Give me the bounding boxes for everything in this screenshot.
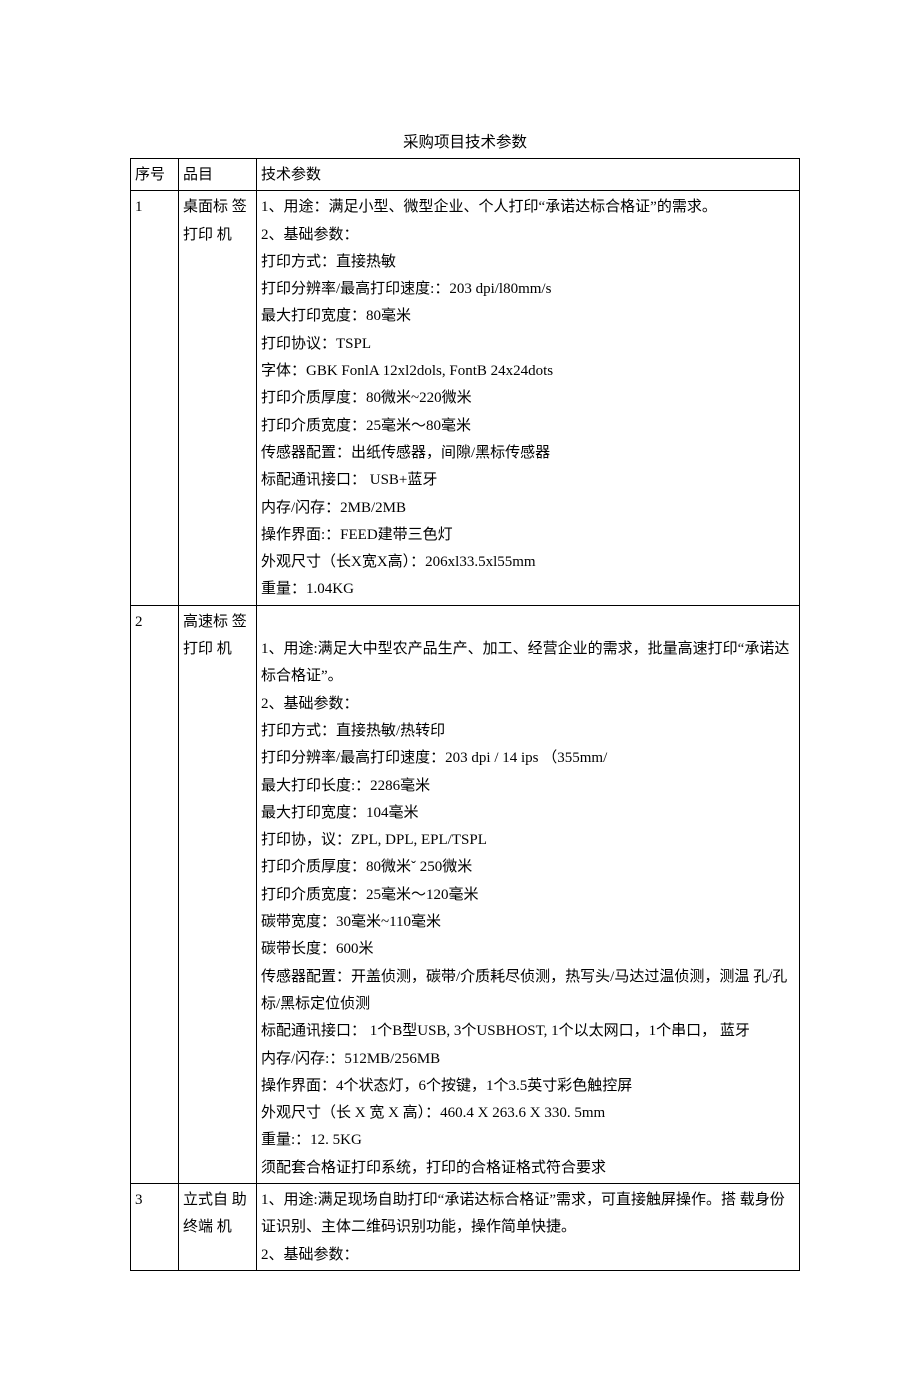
table-row: 1桌面标 签打印 机1、用途：满足小型、微型企业、个人打印“承诺达标合格证”的需… (131, 191, 800, 605)
spec-line (261, 609, 797, 636)
spec-line: 1、用途:满足大中型农产品生产、加工、经营企业的需求，批量高速打印“承诺达标合格… (261, 636, 797, 691)
spec-line: 外观尺寸（长X宽X高）：206xl33.5xl55mm (261, 549, 797, 576)
header-col-idx: 序号 (131, 159, 179, 191)
cell-idx: 3 (131, 1183, 179, 1270)
spec-line: 打印方式：直接热敏 (261, 249, 797, 276)
cell-spec: 1、用途:满足现场自助打印“承诺达标合格证”需求，可直接触屏操作。搭 载身份证识… (257, 1183, 800, 1270)
spec-line: 操作界面:：FEED建带三色灯 (261, 522, 797, 549)
spec-line: 字体：GBK FonlA 12xl2dols, FontB 24x24dots (261, 358, 797, 385)
header-col-spec: 技术参数 (257, 159, 800, 191)
spec-line: 打印分辨率/最高打印速度：203 dpi / 14 ips （355mm/ (261, 745, 797, 772)
spec-line: 重量：1.04KG (261, 576, 797, 603)
cell-idx: 1 (131, 191, 179, 605)
table-header-row: 序号 品目 技术参数 (131, 159, 800, 191)
spec-line: 打印协，议：ZPL, DPL, EPL/TSPL (261, 827, 797, 854)
spec-line: 碳带宽度：30毫米~110毫米 (261, 909, 797, 936)
spec-table: 序号 品目 技术参数 1桌面标 签打印 机1、用途：满足小型、微型企业、个人打印… (130, 158, 800, 1271)
spec-line: 打印介质宽度：25毫米～80毫米 (261, 413, 797, 440)
spec-line: 碳带长度：600米 (261, 936, 797, 963)
spec-line: 打印介质宽度：25毫米～120毫米 (261, 882, 797, 909)
spec-line: 内存/闪存:：512MB/256MB (261, 1046, 797, 1073)
spec-line: 重量:：12. 5KG (261, 1127, 797, 1154)
spec-line: 1、用途：满足小型、微型企业、个人打印“承诺达标合格证”的需求。 (261, 194, 797, 221)
spec-line: 打印协议：TSPL (261, 331, 797, 358)
cell-idx: 2 (131, 605, 179, 1183)
cell-name: 高速标 签打印 机 (179, 605, 257, 1183)
table-row: 3立式自 助终端 机1、用途:满足现场自助打印“承诺达标合格证”需求，可直接触屏… (131, 1183, 800, 1270)
spec-line: 打印分辨率/最高打印速度:：203 dpi/l80mm/s (261, 276, 797, 303)
spec-line: 2、基础参数： (261, 1242, 797, 1269)
spec-line: 打印方式：直接热敏/热转印 (261, 718, 797, 745)
spec-line: 传感器配置：出纸传感器，间隙/黑标传感器 (261, 440, 797, 467)
spec-line: 操作界面：4个状态灯，6个按键，1个3.5英寸彩色触控屏 (261, 1073, 797, 1100)
spec-line: 标配通讯接口： 1个B型USB, 3个USBHOST, 1个以太网口，1个串口，… (261, 1018, 797, 1045)
spec-line: 打印介质厚度：80微米~220微米 (261, 385, 797, 412)
spec-line: 打印介质厚度：80微米ˇ 250微米 (261, 854, 797, 881)
page-title: 采购项目技术参数 (130, 130, 800, 152)
table-row: 2高速标 签打印 机 1、用途:满足大中型农产品生产、加工、经营企业的需求，批量… (131, 605, 800, 1183)
spec-line: 外观尺寸（长 X 宽 X 高）：460.4 X 263.6 X 330. 5mm (261, 1100, 797, 1127)
spec-line: 最大打印宽度：104毫米 (261, 800, 797, 827)
cell-spec: 1、用途:满足大中型农产品生产、加工、经营企业的需求，批量高速打印“承诺达标合格… (257, 605, 800, 1183)
spec-line: 2、基础参数： (261, 222, 797, 249)
cell-spec: 1、用途：满足小型、微型企业、个人打印“承诺达标合格证”的需求。2、基础参数：打… (257, 191, 800, 605)
spec-line: 标配通讯接口： USB+蓝牙 (261, 467, 797, 494)
spec-line: 1、用途:满足现场自助打印“承诺达标合格证”需求，可直接触屏操作。搭 载身份证识… (261, 1187, 797, 1242)
cell-name: 立式自 助终端 机 (179, 1183, 257, 1270)
header-col-name: 品目 (179, 159, 257, 191)
cell-name: 桌面标 签打印 机 (179, 191, 257, 605)
spec-line: 须配套合格证打印系统，打印的合格证格式符合要求 (261, 1155, 797, 1182)
spec-line: 最大打印长度:：2286毫米 (261, 773, 797, 800)
spec-line: 内存/闪存：2MB/2MB (261, 495, 797, 522)
spec-line: 最大打印宽度：80毫米 (261, 303, 797, 330)
spec-line: 传感器配置：开盖侦测，碳带/介质耗尽侦测，热写头/马达过温侦测，测温 孔/孔标/… (261, 964, 797, 1019)
spec-line: 2、基础参数： (261, 691, 797, 718)
